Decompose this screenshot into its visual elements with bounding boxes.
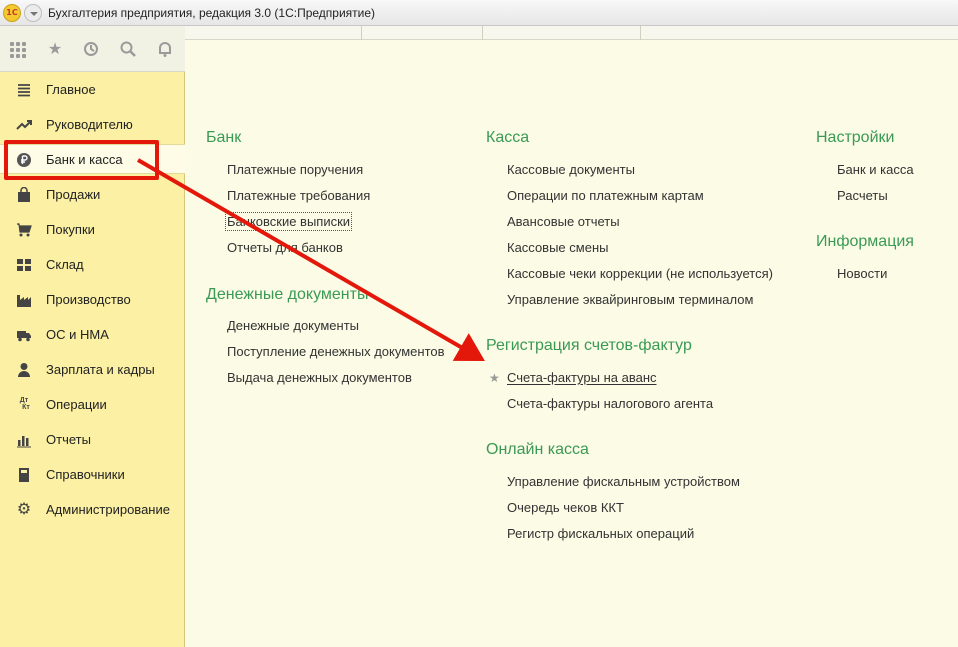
link-payment-orders[interactable]: Платежные поручения xyxy=(227,162,363,177)
warehouse-icon xyxy=(16,257,32,273)
tools-panel: ★ xyxy=(0,26,185,72)
link-advance-reports[interactable]: Авансовые отчеты xyxy=(507,214,620,229)
sidebar-item-operations[interactable]: Дт Кт Операции xyxy=(0,390,185,420)
sidebar-item-label: Производство xyxy=(46,292,131,307)
link-correction-receipts[interactable]: Кассовые чеки коррекции (не используется… xyxy=(507,266,773,281)
section-title-invoice-registration: Регистрация счетов-фактур xyxy=(486,337,692,354)
sidebar-item-fixed-assets[interactable]: ОС и НМА xyxy=(0,320,185,350)
bar-chart-icon xyxy=(16,432,32,448)
sidebar-item-label: Продажи xyxy=(46,187,101,202)
window-title: Бухгалтерия предприятия, редакция 3.0 (1… xyxy=(48,6,376,20)
sidebar-item-label: Отчеты xyxy=(46,432,91,447)
section-title-settings: Настройки xyxy=(816,129,895,146)
sidebar-item-purchases[interactable]: Покупки xyxy=(0,215,185,245)
shopping-bag-icon xyxy=(16,186,32,203)
link-tax-agent-invoices[interactable]: Счета-фактуры налогового агента xyxy=(507,396,713,411)
link-bank-reports[interactable]: Отчеты для банков xyxy=(227,240,343,255)
title-bar: 1С Бухгалтерия предприятия, редакция 3.0… xyxy=(0,0,958,26)
gear-icon: ⚙ xyxy=(16,501,32,518)
link-bank-statements[interactable]: Банковские выписки xyxy=(224,212,353,231)
sidebar-item-sales[interactable]: Продажи xyxy=(0,180,185,210)
search-icon[interactable] xyxy=(118,40,138,60)
link-money-documents[interactable]: Денежные документы xyxy=(227,318,359,333)
link-card-operations[interactable]: Операции по платежным картам xyxy=(507,188,704,203)
trend-icon xyxy=(16,117,32,133)
section-title-money-documents: Денежные документы xyxy=(206,286,369,303)
sidebar-item-label: Руководителю xyxy=(46,117,133,132)
sidebar-item-salary-hr[interactable]: Зарплата и кадры xyxy=(0,355,185,385)
dt-kt-icon: Дт Кт xyxy=(18,397,30,411)
section-title-information: Информация xyxy=(816,233,914,250)
sidebar-item-label: Справочники xyxy=(46,467,125,482)
sidebar-item-label: Администрирование xyxy=(46,502,170,517)
sidebar-item-label: Покупки xyxy=(46,222,95,237)
person-icon xyxy=(16,362,32,378)
sidebar-item-main[interactable]: Главное xyxy=(0,75,185,105)
section-title-bank: Банк xyxy=(206,129,242,146)
link-payment-requests[interactable]: Платежные требования xyxy=(227,188,370,203)
tab-strip xyxy=(185,26,958,40)
favorite-star-icon[interactable]: ★ xyxy=(489,371,500,385)
truck-icon xyxy=(16,327,32,343)
link-fiscal-register[interactable]: Регистр фискальных операций xyxy=(507,526,694,541)
link-advance-invoices[interactable]: Счета-фактуры на аванс xyxy=(507,370,657,385)
link-settings-bank-and-cash[interactable]: Банк и касса xyxy=(837,162,914,177)
app-logo-icon[interactable]: 1С xyxy=(3,4,21,22)
sidebar-item-label: ОС и НМА xyxy=(46,327,109,342)
sidebar-item-production[interactable]: Производство xyxy=(0,285,185,315)
cart-icon xyxy=(16,222,32,238)
history-icon[interactable] xyxy=(81,40,101,60)
sidebar-item-directories[interactable]: Справочники xyxy=(0,460,185,490)
apps-grid-icon[interactable] xyxy=(8,40,28,60)
sidebar-item-warehouse[interactable]: Склад xyxy=(0,250,185,280)
link-fiscal-device[interactable]: Управление фискальным устройством xyxy=(507,474,740,489)
notifications-bell-icon[interactable] xyxy=(155,40,175,60)
link-settings-calculations[interactable]: Расчеты xyxy=(837,188,888,203)
link-news[interactable]: Новости xyxy=(837,266,887,281)
sidebar-item-manager[interactable]: Руководителю xyxy=(0,110,185,140)
sidebar-item-reports[interactable]: Отчеты xyxy=(0,425,185,455)
sidebar-item-label: Главное xyxy=(46,82,96,97)
section-title-online-cash: Онлайн касса xyxy=(486,441,589,458)
favorites-star-icon[interactable]: ★ xyxy=(45,40,65,60)
link-money-documents-issue[interactable]: Выдача денежных документов xyxy=(227,370,412,385)
link-kkt-queue[interactable]: Очередь чеков ККТ xyxy=(507,500,624,515)
annotation-highlight-box xyxy=(4,140,159,180)
menu-lines-icon xyxy=(16,82,32,98)
sidebar-item-label: Зарплата и кадры xyxy=(46,362,155,377)
link-acquiring-terminal[interactable]: Управление эквайринговым терминалом xyxy=(507,292,753,307)
link-money-documents-receipt[interactable]: Поступление денежных документов xyxy=(227,344,445,359)
main-menu-button[interactable] xyxy=(24,4,42,22)
sidebar-item-label: Операции xyxy=(46,397,107,412)
sidebar-item-label: Склад xyxy=(46,257,84,272)
book-icon xyxy=(16,467,32,483)
link-cash-shifts[interactable]: Кассовые смены xyxy=(507,240,608,255)
section-title-cash: Касса xyxy=(486,129,530,146)
sidebar-item-administration[interactable]: ⚙ Администрирование xyxy=(0,495,185,525)
factory-icon xyxy=(16,292,32,308)
link-cash-documents[interactable]: Кассовые документы xyxy=(507,162,635,177)
